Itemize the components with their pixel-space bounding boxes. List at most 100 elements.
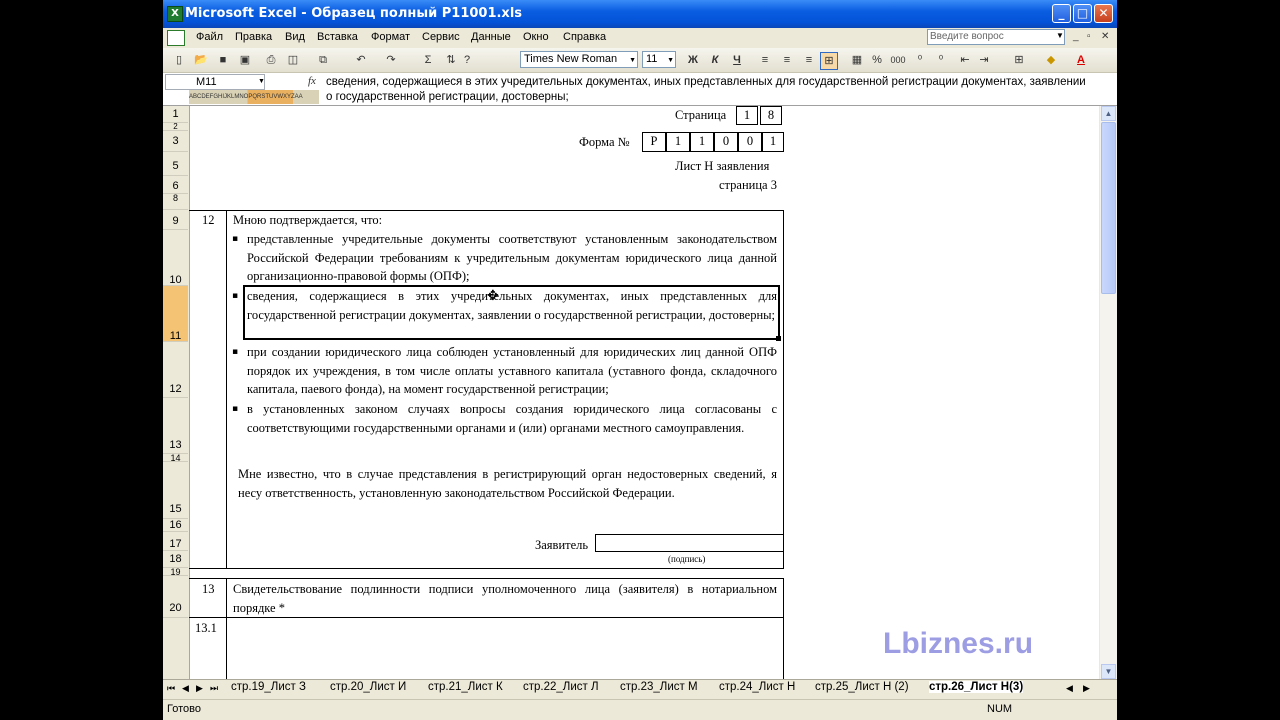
doc-restore-icon[interactable]: ▫ (1087, 31, 1091, 42)
form-digit-cell[interactable]: 0 (714, 132, 738, 152)
sheet-tab[interactable]: стр.22_Лист Л (523, 681, 599, 693)
menu-format[interactable]: Формат (371, 31, 410, 43)
close-icon[interactable]: ✕ (1094, 4, 1113, 23)
increase-decimal-icon[interactable]: ⁰ (912, 52, 928, 68)
currency-icon[interactable]: ▦ (849, 52, 865, 68)
row-header[interactable]: 2 (163, 123, 188, 131)
form-digit-cell[interactable]: Р (642, 132, 666, 152)
formula-input[interactable]: сведения, содержащиеся в этих учредитель… (326, 75, 1086, 105)
indent-icon[interactable]: ⇤ (957, 52, 973, 68)
tab-scroll-right-icon[interactable]: ▶ (1083, 683, 1090, 694)
sheet-tab[interactable]: стр.23_Лист М (620, 681, 698, 693)
prev-sheet-icon[interactable]: ◀ (182, 683, 189, 694)
decrease-decimal-icon[interactable]: ⁰ (933, 52, 949, 68)
row-header[interactable]: 3 (163, 131, 188, 152)
borders-icon[interactable]: ⊞ (1011, 52, 1027, 68)
align-left-icon[interactable]: ≡ (757, 52, 773, 68)
fill-color-icon[interactable]: ◆ (1043, 52, 1059, 68)
row-header[interactable]: 1 (163, 106, 188, 123)
row-header[interactable]: 8 (163, 194, 188, 210)
page-digit-cell[interactable]: 8 (760, 106, 782, 125)
next-sheet-icon[interactable]: ▶ (196, 683, 203, 694)
signature-field[interactable] (595, 534, 784, 552)
responsibility-text[interactable]: Мне известно, что в случае представления… (238, 465, 777, 502)
menu-data[interactable]: Данные (471, 31, 511, 43)
row-header[interactable]: 16 (163, 519, 188, 532)
save-icon[interactable]: ■ (215, 52, 231, 68)
selected-cell-border[interactable] (243, 285, 780, 340)
align-center-icon[interactable]: ≡ (779, 52, 795, 68)
sheet-tab-active[interactable]: стр.26_Лист Н(3) (929, 681, 1024, 693)
menu-insert[interactable]: Вставка (317, 31, 358, 43)
ask-question-input[interactable]: Введите вопрос (927, 29, 1065, 45)
merge-center-icon[interactable]: ⊞ (820, 52, 838, 70)
align-right-icon[interactable]: ≡ (801, 52, 817, 68)
research-icon[interactable]: ⧉ (315, 52, 331, 68)
row-header[interactable]: 14 (163, 454, 188, 463)
sheet-tab[interactable]: стр.25_Лист Н (2) (815, 681, 909, 693)
doc-minimize-icon[interactable]: _ (1073, 31, 1079, 42)
form-digit-cell[interactable]: 0 (738, 132, 762, 152)
indent-increase-icon[interactable]: ⇥ (976, 52, 992, 68)
worksheet-grid[interactable]: 1 2 3 5 6 8 9 10 11 12 13 14 15 16 17 18… (163, 106, 1099, 679)
minimize-icon[interactable]: _ (1052, 4, 1071, 23)
scroll-down-icon[interactable]: ▼ (1101, 664, 1116, 679)
open-icon[interactable]: 📂 (193, 52, 209, 68)
statement-item[interactable]: представленные учредительные документы с… (247, 230, 777, 286)
autosum-icon[interactable]: Σ (420, 52, 436, 68)
first-sheet-icon[interactable]: ⏮ (167, 683, 175, 694)
last-sheet-icon[interactable]: ⏭ (210, 683, 218, 694)
tab-scroll-left-icon[interactable]: ◀ (1066, 683, 1073, 694)
sheet-tab[interactable]: стр.24_Лист Н (719, 681, 795, 693)
row-header[interactable]: 18 (163, 551, 188, 568)
redo-icon[interactable]: ↷ (383, 52, 399, 68)
row-header[interactable]: 10 (163, 230, 188, 286)
name-box[interactable]: M11 ▼ (165, 74, 265, 90)
notary-text[interactable]: Свидетельствование подлинности подписи у… (233, 580, 777, 617)
font-color-icon[interactable]: A (1073, 52, 1089, 68)
fill-handle[interactable] (776, 336, 781, 341)
row-header[interactable]: 9 (163, 210, 188, 230)
print-icon[interactable]: ⎙ (263, 52, 279, 68)
font-name-select[interactable]: Times New Roman ▼ (520, 51, 638, 68)
new-icon[interactable]: ▯ (171, 52, 187, 68)
row-header[interactable]: 5 (163, 152, 188, 176)
workbook-icon[interactable] (167, 30, 185, 46)
row-header[interactable]: 19 (163, 568, 188, 577)
sheet-tab[interactable]: стр.19_Лист З (231, 681, 306, 693)
menu-view[interactable]: Вид (285, 31, 305, 43)
chevron-down-icon[interactable]: ▼ (1056, 31, 1064, 40)
menu-window[interactable]: Окно (523, 31, 549, 43)
maximize-icon[interactable]: □ (1073, 4, 1092, 23)
underline-button[interactable]: Ч (729, 52, 745, 68)
statement-item[interactable]: при создании юридического лица соблюден … (247, 343, 777, 399)
sheet-tab[interactable]: стр.20_Лист И (330, 681, 406, 693)
italic-button[interactable]: К (707, 52, 723, 68)
permission-icon[interactable]: ▣ (237, 52, 253, 68)
vertical-scrollbar[interactable]: ▲ ▼ (1100, 106, 1117, 679)
row-header-selected[interactable]: 11 (163, 286, 188, 342)
row-header[interactable]: 12 (163, 342, 188, 398)
statement-item[interactable]: в установленных законом случаях вопросы … (247, 400, 777, 437)
print-preview-icon[interactable]: ◫ (285, 52, 301, 68)
menu-help[interactable]: Справка (563, 31, 606, 43)
row-header[interactable]: 13 (163, 398, 188, 454)
thousands-button[interactable]: 000 (890, 52, 906, 68)
row-header[interactable]: 15 (163, 462, 188, 519)
percent-button[interactable]: % (869, 52, 885, 68)
menu-edit[interactable]: Правка (235, 31, 272, 43)
page-digit-cell[interactable]: 1 (736, 106, 758, 125)
bold-button[interactable]: Ж (685, 52, 701, 68)
function-icon[interactable]: fx (308, 75, 316, 87)
row-header[interactable]: 17 (163, 532, 188, 551)
sort-icon[interactable]: ⇅ (443, 52, 459, 68)
help-icon[interactable]: ? (459, 52, 475, 68)
scroll-up-icon[interactable]: ▲ (1101, 106, 1116, 121)
undo-icon[interactable]: ↶ (353, 52, 369, 68)
row-header[interactable]: 6 (163, 176, 188, 194)
scroll-thumb[interactable] (1101, 122, 1116, 294)
form-digit-cell[interactable]: 1 (666, 132, 690, 152)
form-digit-cell[interactable]: 1 (690, 132, 714, 152)
row-header[interactable]: 20 (163, 576, 188, 618)
doc-close-icon[interactable]: ✕ (1101, 31, 1109, 42)
